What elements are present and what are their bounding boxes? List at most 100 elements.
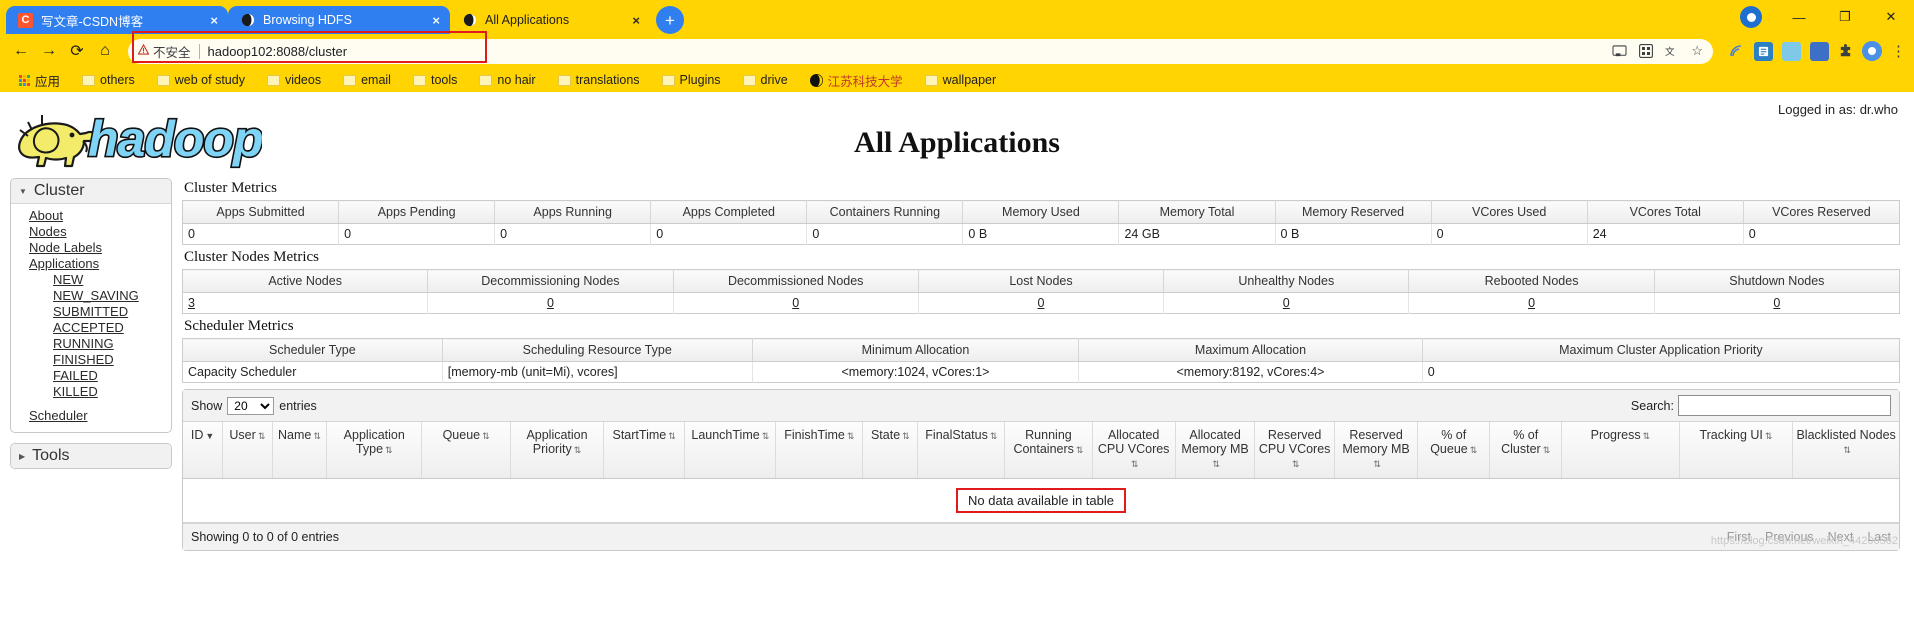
- bookmark-others[interactable]: others: [71, 68, 146, 92]
- val-active-nodes[interactable]: 3: [188, 296, 195, 310]
- bookmark-plugins-label: Plugins: [679, 73, 721, 87]
- close-window-button[interactable]: ✕: [1868, 0, 1914, 34]
- col-name[interactable]: Name ⇅: [272, 422, 328, 479]
- puzzle-icon[interactable]: [1838, 43, 1853, 59]
- col-user[interactable]: User ⇅: [222, 422, 273, 479]
- sidebar-item-killed[interactable]: KILLED: [11, 384, 171, 400]
- sidebar-item-scheduler[interactable]: Scheduler: [11, 408, 171, 424]
- translate-icon[interactable]: 文: [1665, 45, 1679, 58]
- sidebar-item-submitted[interactable]: SUBMITTED: [11, 304, 171, 320]
- sidebar-tools-header[interactable]: ▶ Tools: [11, 444, 171, 468]
- address-bar[interactable]: 不安全 hadoop102:8088/cluster 文 ☆: [128, 30, 1713, 64]
- browser-tab-3[interactable]: All Applications ×: [450, 6, 650, 34]
- col-state[interactable]: State ⇅: [862, 422, 919, 479]
- col-starttime[interactable]: StartTime ⇅: [603, 422, 686, 479]
- sort-both-icon: ⇅: [902, 431, 910, 441]
- minimize-button[interactable]: —: [1776, 0, 1822, 34]
- sidebar-item-new[interactable]: NEW: [11, 272, 171, 288]
- bookmark-web-of-study[interactable]: web of study: [146, 68, 256, 92]
- col-launchtime[interactable]: LaunchTime ⇅: [684, 422, 777, 479]
- sidebar-item-failed[interactable]: FAILED: [11, 368, 171, 384]
- window-controls: — ❐ ✕: [1740, 0, 1914, 34]
- extension-icons: ⋮: [1723, 41, 1906, 61]
- bookmark-no-hair[interactable]: no hair: [468, 68, 546, 92]
- col-finalstatus[interactable]: FinalStatus ⇅: [917, 422, 1006, 479]
- bookmark-wallpaper[interactable]: wallpaper: [914, 68, 1008, 92]
- col-id[interactable]: ID ▼: [183, 422, 224, 479]
- page-size-select[interactable]: 20 40 60 80 100: [227, 396, 275, 415]
- not-secure-icon[interactable]: [137, 43, 150, 58]
- profile-icon[interactable]: [1862, 41, 1882, 61]
- no-data-message: No data available in table: [956, 488, 1126, 513]
- bookmark-star-icon[interactable]: ☆: [1691, 43, 1703, 59]
- back-button[interactable]: ←: [8, 38, 34, 64]
- new-tab-button[interactable]: +: [656, 6, 684, 34]
- val-decommissioned-nodes[interactable]: 0: [792, 296, 799, 310]
- bookmark-plugins[interactable]: Plugins: [651, 68, 732, 92]
- col-percent-of-queue[interactable]: % of Queue ⇅: [1417, 422, 1491, 479]
- browser-tab-2[interactable]: Browsing HDFS ×: [228, 6, 450, 34]
- bookmark-jiangsu-university[interactable]: 江苏科技大学: [799, 68, 914, 92]
- sidebar-item-new-saving[interactable]: NEW_SAVING: [11, 288, 171, 304]
- search-input[interactable]: [1678, 395, 1891, 416]
- col-application-type[interactable]: Application Type ⇅: [326, 422, 423, 479]
- col-progress[interactable]: Progress ⇅: [1561, 422, 1680, 479]
- tab-search-icon[interactable]: [1639, 44, 1654, 58]
- sidebar-item-node-labels[interactable]: Node Labels: [11, 240, 171, 256]
- col-reserved-memory-mb[interactable]: Reserved Memory MB⇅: [1334, 422, 1419, 479]
- sidebar-item-running[interactable]: RUNNING: [11, 336, 171, 352]
- col-lost-nodes: Lost Nodes: [918, 269, 1165, 293]
- reload-button[interactable]: ⟳: [64, 38, 90, 64]
- extension-two-icon[interactable]: [1782, 41, 1801, 61]
- sidebar-item-finished[interactable]: FINISHED: [11, 352, 171, 368]
- maximize-button[interactable]: ❐: [1822, 0, 1868, 34]
- cluster-nodes-metrics-title: Cluster Nodes Metrics: [184, 249, 319, 265]
- bookmark-apps[interactable]: 应用: [8, 68, 71, 92]
- profile-avatar-icon[interactable]: [1740, 6, 1762, 28]
- sidebar-item-accepted[interactable]: ACCEPTED: [11, 320, 171, 336]
- cluster-metrics-title: Cluster Metrics: [184, 180, 277, 196]
- share-icon[interactable]: [1729, 44, 1745, 58]
- col-tracking-ui[interactable]: Tracking UI ⇅: [1679, 422, 1794, 479]
- col-running-containers[interactable]: Running Containers ⇅: [1004, 422, 1093, 479]
- bookmark-tools[interactable]: tools: [402, 68, 468, 92]
- bookmark-videos[interactable]: videos: [256, 68, 332, 92]
- menu-kebab-icon[interactable]: ⋮: [1891, 42, 1906, 60]
- val-lost-nodes[interactable]: 0: [1038, 296, 1045, 310]
- close-tab-2-icon[interactable]: ×: [432, 13, 440, 28]
- entries-label: entries: [279, 398, 317, 413]
- sidebar-item-applications[interactable]: Applications: [11, 256, 171, 272]
- val-rebooted-nodes[interactable]: 0: [1528, 296, 1535, 310]
- sidebar-item-about[interactable]: About: [11, 208, 171, 224]
- close-tab-3-icon[interactable]: ×: [632, 13, 640, 28]
- col-finishtime[interactable]: FinishTime ⇅: [775, 422, 864, 479]
- sort-both-icon: ⇅: [989, 431, 998, 441]
- col-memory-used: Memory Used: [962, 200, 1120, 224]
- col-allocated-memory-mb[interactable]: Allocated Memory MB⇅: [1175, 422, 1256, 479]
- val-decommissioning-nodes[interactable]: 0: [547, 296, 554, 310]
- col-queue[interactable]: Queue ⇅: [421, 422, 512, 479]
- val-unhealthy-nodes[interactable]: 0: [1283, 296, 1290, 310]
- forward-button[interactable]: →: [36, 38, 62, 64]
- bookmark-email[interactable]: email: [332, 68, 402, 92]
- apps-grid-icon: [19, 74, 30, 86]
- col-application-priority[interactable]: Application Priority ⇅: [510, 422, 604, 479]
- sidebar-cluster-header[interactable]: ▼ Cluster: [11, 179, 171, 204]
- home-button[interactable]: ⌂: [92, 38, 118, 64]
- col-percent-of-cluster[interactable]: % of Cluster ⇅: [1489, 422, 1563, 479]
- browser-tab-1[interactable]: C 写文章-CSDN博客 ×: [6, 6, 228, 34]
- val-shutdown-nodes[interactable]: 0: [1773, 296, 1780, 310]
- close-tab-1-icon[interactable]: ×: [210, 13, 218, 28]
- cast-icon[interactable]: [1612, 44, 1627, 58]
- table-header-row: Scheduler Type Scheduling Resource Type …: [182, 338, 1900, 362]
- sort-both-icon: ⇅: [668, 431, 676, 441]
- bookmark-drive[interactable]: drive: [732, 68, 799, 92]
- note-icon[interactable]: [1754, 41, 1773, 61]
- sort-both-icon: ⇅: [313, 431, 321, 441]
- bookmark-translations[interactable]: translations: [547, 68, 651, 92]
- col-allocated-cpu-vcores[interactable]: Allocated CPU VCores⇅: [1092, 422, 1176, 479]
- col-reserved-cpu-vcores[interactable]: Reserved CPU VCores⇅: [1254, 422, 1335, 479]
- col-blacklisted-nodes[interactable]: Blacklisted Nodes⇅: [1792, 422, 1899, 479]
- extension-three-icon[interactable]: [1810, 41, 1829, 61]
- sidebar-item-nodes[interactable]: Nodes: [11, 224, 171, 240]
